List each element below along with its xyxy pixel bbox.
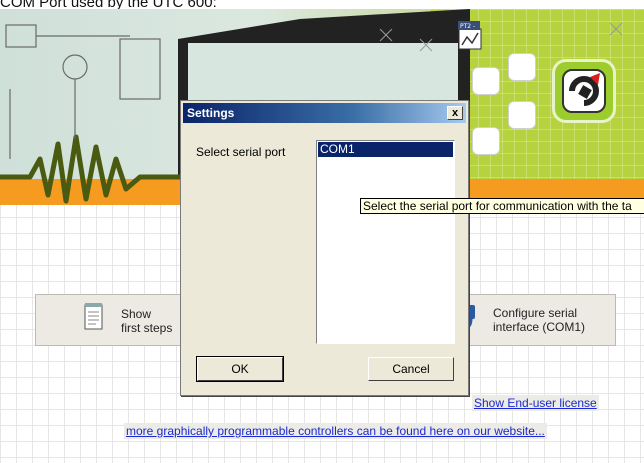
banner-tile [472,127,500,155]
circuit-sketch [5,24,161,159]
banner-tile [508,53,536,81]
more-controllers-link[interactable]: more graphically programmable controller… [124,423,547,439]
application-window: PT2 - Show first steps Configure serial … [0,9,644,463]
settings-dialog: Settings x Select serial port COM1 OK Ca… [180,100,469,396]
serial-port-tooltip: Select the serial port for communication… [360,198,644,214]
dialog-titlebar[interactable]: Settings x [183,103,466,123]
close-icon[interactable]: x [447,106,463,120]
serial-port-label: Select serial port [196,145,286,159]
first-steps-label: Show first steps [121,307,173,335]
dialog-title: Settings [187,106,235,120]
banner-tile [472,67,500,95]
banner-tile [508,101,536,129]
signal-wave [0,134,180,204]
ok-button[interactable]: OK [196,356,284,382]
show-first-steps-button[interactable]: Show first steps [35,294,185,346]
logo-icon [562,69,606,113]
end-user-license-link[interactable]: Show End-user license [472,395,599,411]
notepad-icon [84,303,103,330]
brand-logo [552,59,616,123]
cancel-button[interactable]: Cancel [368,357,454,381]
pt2-icon[interactable]: PT2 - [458,21,484,53]
serial-port-list[interactable]: COM1 [316,140,455,344]
configure-serial-label: Configure serial interface (COM1) [493,306,586,334]
pt2-label: PT2 - [460,23,475,30]
list-item-com1[interactable]: COM1 [318,142,453,157]
